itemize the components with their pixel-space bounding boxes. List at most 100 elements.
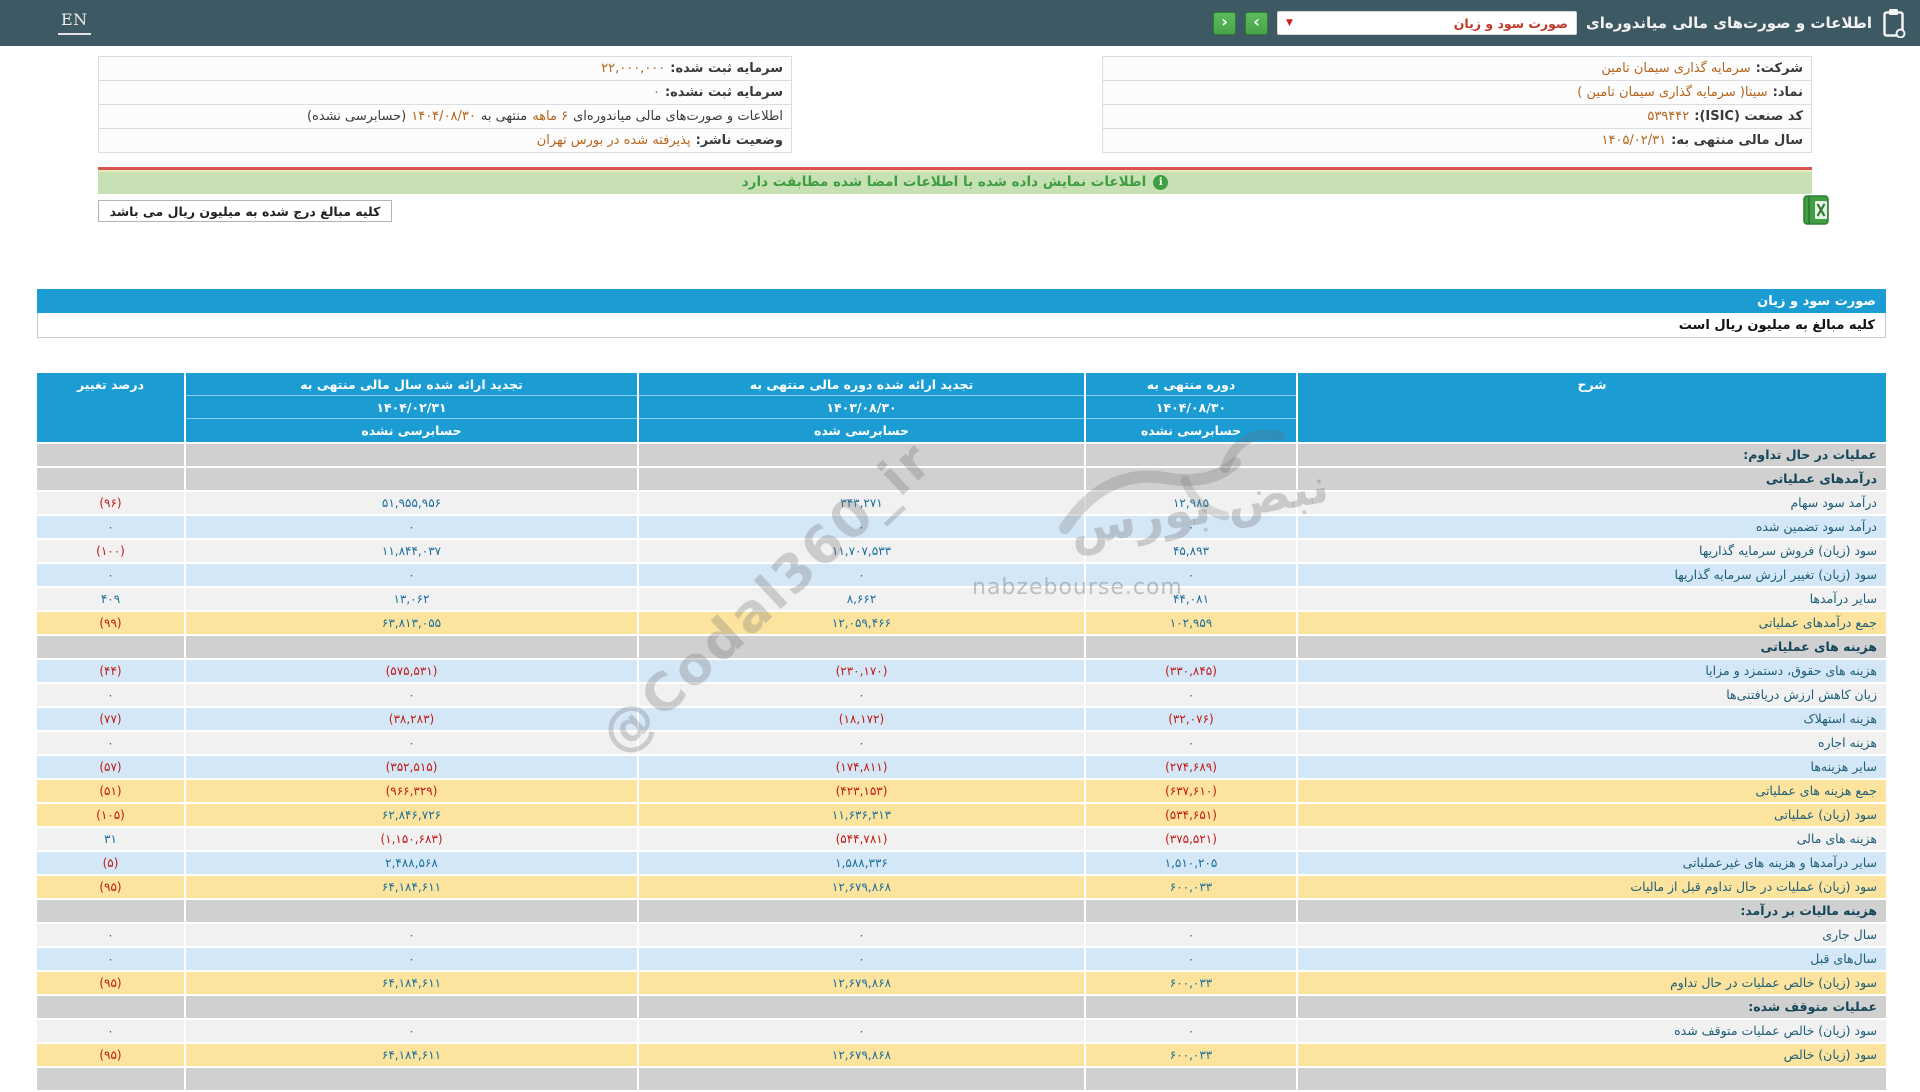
value-cell: (۹۶) xyxy=(37,492,184,514)
page-title: اطلاعات و صورت‌های مالی میاندوره‌ای xyxy=(1586,14,1872,32)
header-date: ۱۴۰۴/۰۸/۳۰ xyxy=(1086,396,1296,419)
value-cell xyxy=(1086,444,1296,466)
value-cell: ۰ xyxy=(639,564,1084,586)
header-text: شرح xyxy=(1577,377,1607,392)
table-row: سود (زیان) عملیاتی (۵۳۴,۶۵۱) ۱۱,۶۳۶,۳۱۳ ۶۲,… xyxy=(37,804,1886,826)
table-row: سال‌های قبل ۰ ۰ ۰ ۰ xyxy=(37,948,1886,970)
value-cell: ۰ xyxy=(186,948,637,970)
row-label: هزینه های عملیاتی xyxy=(1298,636,1886,658)
value-cell: (۶۳۷,۶۱۰) xyxy=(1086,780,1296,802)
period-description-row: اطلاعات و صورت‌های مالی میاندوره‌ای ۶ ما… xyxy=(98,104,792,129)
value-cell: ۱,۵۱۰,۲۰۵ xyxy=(1086,852,1296,874)
value-cell xyxy=(639,468,1084,490)
value-cell xyxy=(639,900,1084,922)
value-cell: ۰ xyxy=(37,516,184,538)
table-row: هزینه استهلاک (۳۲,۰۷۶) (۱۸,۱۷۲) (۳۸,۲۸۳) (۷۷… xyxy=(37,708,1886,730)
row-label: عملیات در حال تداوم: xyxy=(1298,444,1886,466)
value-cell: ۶۴,۱۸۴,۶۱۱ xyxy=(186,1044,637,1066)
value-cell: ۲,۴۸۸,۵۶۸ xyxy=(186,852,637,874)
prev-report-button[interactable]: ‹ xyxy=(1213,11,1237,35)
table-row: سال جاری ۰ ۰ ۰ ۰ xyxy=(37,924,1886,946)
report-type-select[interactable]: صورت سود و زیان ▼ xyxy=(1277,11,1578,35)
signature-match-banner: i اطلاعات نمایش داده شده با اطلاعات امضا… xyxy=(98,167,1812,194)
value-cell xyxy=(1086,900,1296,922)
statement-title-bar: صورت سود و زیان xyxy=(37,289,1886,313)
symbol-row: نماد: سیتا( سرمایه گذاری سیمان تامین ) xyxy=(1102,80,1812,105)
row-label: عملیات متوقف شده: xyxy=(1298,996,1886,1018)
top-navbar: EN اطلاعات و صورت‌های مالی میاندوره‌ای ص… xyxy=(0,0,1920,46)
header-date: ۱۴۰۳/۰۸/۳۰ xyxy=(639,396,1084,419)
header-text: تجدید ارائه شده سال مالی منتهی به xyxy=(186,373,637,396)
value-cell: ۰ xyxy=(186,684,637,706)
info-text: منتهی به xyxy=(480,109,528,124)
value-cell: ۵۱,۹۵۵,۹۵۶ xyxy=(186,492,637,514)
table-row: جمع هزینه های عملیاتی (۶۳۷,۶۱۰) (۴۲۳,۱۵۳)(… xyxy=(37,780,1886,802)
value-cell: ۰ xyxy=(186,1020,637,1042)
value-cell: ۴۰۹ xyxy=(37,588,184,610)
table-row: درآمد سود سهام ۱۲,۹۸۵ ۳۴۳,۲۷۱ ۵۱,۹۵۵,۹۵۶ (۹۶… xyxy=(37,492,1886,514)
value-cell xyxy=(186,468,637,490)
value-cell: (۴۴) xyxy=(37,660,184,682)
value-cell: (۳۳۰,۸۴۵) xyxy=(1086,660,1296,682)
navbar-right-group: اطلاعات و صورت‌های مالی میاندوره‌ای صورت… xyxy=(1213,0,1906,46)
value-cell: ۰ xyxy=(37,732,184,754)
value-cell: (۹۶۶,۳۲۹) xyxy=(186,780,637,802)
value-cell: (۴۲۳,۱۵۳) xyxy=(639,780,1084,802)
header-audit-status: حسابرسی نشده xyxy=(361,423,462,438)
value-cell: ۳۱ xyxy=(37,828,184,850)
value-cell xyxy=(37,468,184,490)
value-cell: (۵۴۴,۷۸۱) xyxy=(639,828,1084,850)
report-select-value: صورت سود و زیان xyxy=(1453,15,1569,31)
value-cell xyxy=(1086,468,1296,490)
company-row: شرکت: سرمایه گذاری سیمان تامین xyxy=(1102,56,1812,81)
issuer-status-row: وضعیت ناشر: پذیرفته شده در بورس تهران xyxy=(98,128,792,153)
isic-row: کد صنعت (ISIC): ۵۳۹۴۴۲ xyxy=(1102,104,1812,129)
section-row: هزینه مالیات بر درآمد: xyxy=(37,900,1886,922)
table-row: هزینه های مالی (۳۷۵,۵۲۱) (۵۴۴,۷۸۱) (۱,۱۵۰,۶… xyxy=(37,828,1886,850)
table-body: عملیات در حال تداوم: درآمدهای عملیاتی درآم… xyxy=(37,444,1886,1090)
value-cell: ۰ xyxy=(1086,516,1296,538)
row-label: سود (زیان) عملیاتی xyxy=(1298,804,1886,826)
value-cell: (۱۸,۱۷۲) xyxy=(639,708,1084,730)
row-label: هزینه استهلاک xyxy=(1298,708,1886,730)
info-label: سال مالی منتهی به: xyxy=(1671,133,1803,148)
value-cell: ۰ xyxy=(1086,564,1296,586)
value-cell: ۰ xyxy=(37,948,184,970)
value-cell: ۶۰۰,۰۳۳ xyxy=(1086,876,1296,898)
value-cell xyxy=(1086,636,1296,658)
value-cell: (۱۰۰) xyxy=(37,540,184,562)
company-info-left: سرمایه ثبت شده: ۲۲,۰۰۰,۰۰۰ سرمایه ثبت نش… xyxy=(98,56,792,153)
info-text: (حسابرسی نشده) xyxy=(306,109,407,124)
registered-capital-row: سرمایه ثبت شده: ۲۲,۰۰۰,۰۰۰ xyxy=(98,56,792,81)
header-text: درصد تغییر xyxy=(77,377,144,392)
value-cell xyxy=(37,636,184,658)
row-label: سال‌های قبل xyxy=(1298,948,1886,970)
info-label: کد صنعت (ISIC): xyxy=(1694,109,1803,124)
info-value: سرمایه گذاری سیمان تامین xyxy=(1601,61,1751,76)
language-toggle-en[interactable]: EN xyxy=(58,10,91,35)
value-cell xyxy=(37,996,184,1018)
value-cell: (۵) xyxy=(37,852,184,874)
value-cell xyxy=(186,444,637,466)
value-cell: (۵۳۴,۶۵۱) xyxy=(1086,804,1296,826)
value-cell: ۱۲,۶۷۹,۸۶۸ xyxy=(639,876,1084,898)
info-label: شرکت: xyxy=(1755,61,1803,76)
value-cell: ۰ xyxy=(186,516,637,538)
value-cell: (۹۵) xyxy=(37,876,184,898)
value-cell xyxy=(186,636,637,658)
section-row xyxy=(37,1068,1886,1090)
info-value: ۱۴۰۵/۰۲/۳۱ xyxy=(1601,133,1667,148)
next-report-button[interactable]: › xyxy=(1245,11,1269,35)
row-label: سود (زیان) خالص عملیات متوقف شده xyxy=(1298,1020,1886,1042)
info-value: سیتا( سرمایه گذاری سیمان تامین ) xyxy=(1577,85,1768,100)
value-cell xyxy=(1086,996,1296,1018)
table-row: هزینه های حقوق، دستمزد و مزایا (۳۳۰,۸۴۵)(… xyxy=(37,660,1886,682)
value-cell: ۱۱,۷۰۷,۵۳۳ xyxy=(639,540,1084,562)
value-cell: (۱,۱۵۰,۶۸۳) xyxy=(186,828,637,850)
value-cell: (۱۰۵) xyxy=(37,804,184,826)
value-cell: ۱۳,۰۶۲ xyxy=(186,588,637,610)
header-col-restated-year: تجدید ارائه شده سال مالی منتهی به ۱۴۰۴/۰… xyxy=(186,373,637,442)
excel-export-icon[interactable] xyxy=(1802,194,1832,226)
chevron-down-icon: ▼ xyxy=(1286,18,1293,28)
value-cell: ۰ xyxy=(639,516,1084,538)
